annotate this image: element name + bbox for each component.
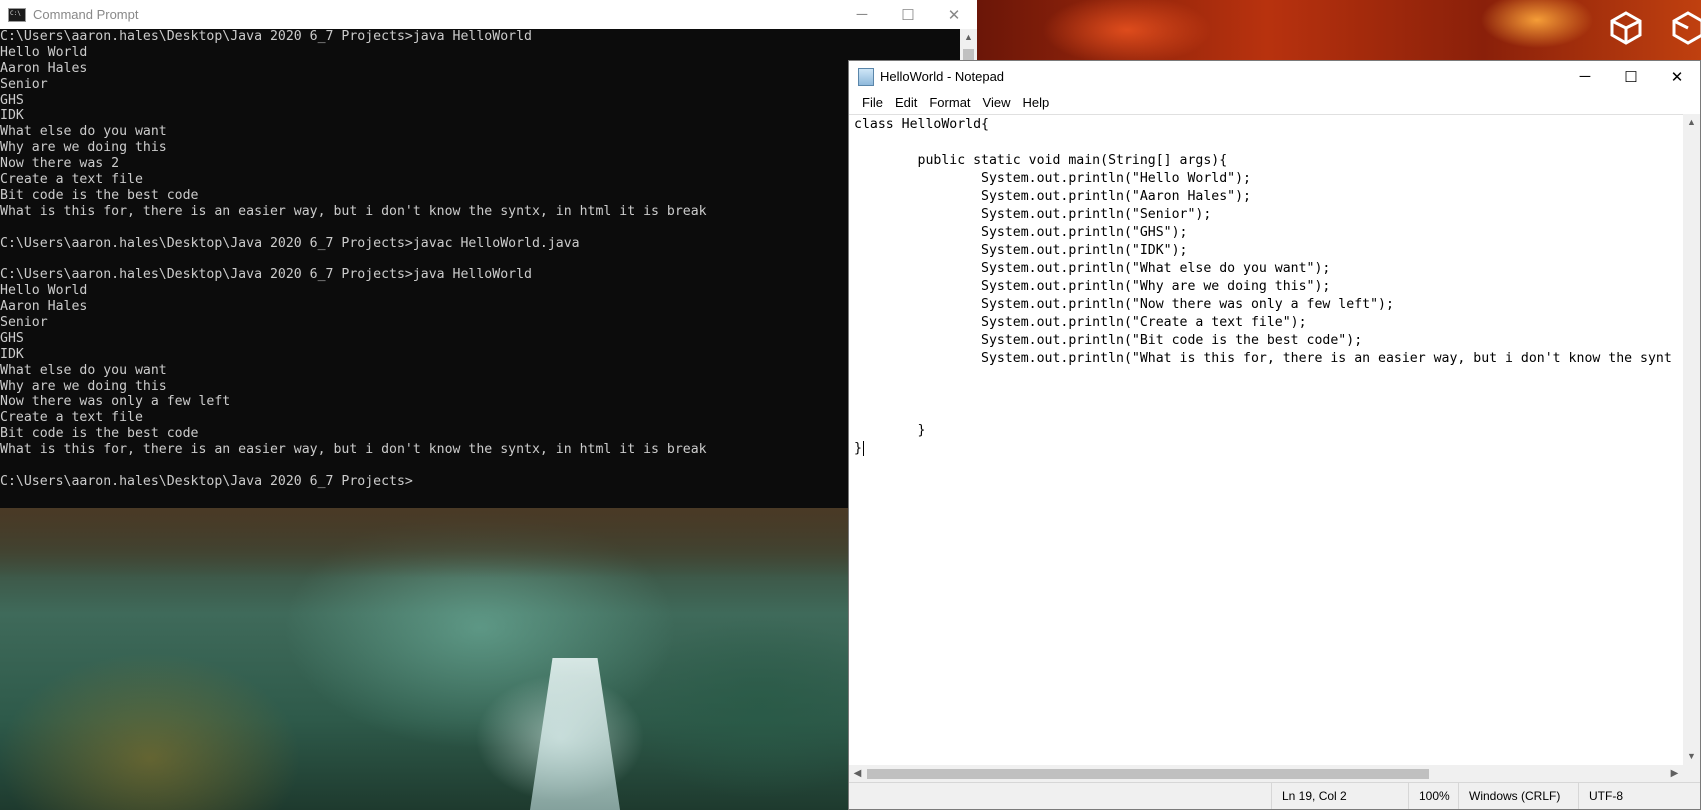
status-cursor-position: Ln 19, Col 2 — [1271, 783, 1408, 809]
notepad-window[interactable]: HelloWorld - Notepad ─ ☐ ✕ File Edit For… — [848, 60, 1701, 810]
notepad-vertical-scrollbar[interactable]: ▲ ▼ — [1683, 114, 1700, 765]
notepad-text-editor[interactable]: class HelloWorld{ public static void mai… — [849, 114, 1683, 765]
status-line-ending: Windows (CRLF) — [1458, 783, 1578, 809]
console-line: Aaron Hales — [0, 60, 88, 76]
editor-line: System.out.println("Why are we doing thi… — [854, 279, 1331, 294]
notepad-close-button[interactable]: ✕ — [1654, 61, 1700, 92]
notepad-window-title: HelloWorld - Notepad — [880, 69, 1005, 84]
console-line: Create a text file — [0, 172, 143, 188]
wallpaper-foliage — [0, 508, 848, 578]
editor-line: System.out.println("Bit code is the best… — [854, 333, 1363, 348]
menu-format[interactable]: Format — [923, 92, 976, 114]
cmd-console-output[interactable]: C:\Users\aaron.hales\Desktop\Java 2020 6… — [0, 29, 960, 508]
menu-help[interactable]: Help — [1016, 92, 1055, 114]
notepad-statusbar: Ln 19, Col 2 100% Windows (CRLF) UTF-8 — [849, 782, 1700, 809]
desktop-wallpaper-top-right — [977, 0, 1701, 60]
status-zoom: 100% — [1408, 783, 1458, 809]
editor-line: System.out.println("IDK"); — [854, 243, 1188, 258]
maximize-button[interactable]: ☐ — [885, 0, 931, 29]
console-line: C:\Users\aaron.hales\Desktop\Java 2020 6… — [0, 235, 580, 251]
console-line: Now there was only a few left — [0, 394, 231, 410]
notepad-menubar: File Edit Format View Help — [849, 92, 1700, 114]
editor-line: System.out.println("Now there was only a… — [854, 297, 1394, 312]
console-line: What else do you want — [0, 124, 167, 140]
scrollbar-corner — [1683, 765, 1700, 783]
scroll-up-arrow-icon[interactable]: ▲ — [1683, 114, 1700, 131]
console-line: GHS — [0, 92, 24, 108]
scroll-left-arrow-icon[interactable]: ◀ — [849, 765, 866, 783]
console-line: Aaron Hales — [0, 299, 88, 315]
menu-view[interactable]: View — [977, 92, 1017, 114]
scroll-right-arrow-icon[interactable]: ▶ — [1666, 765, 1683, 783]
console-line: Now there was 2 — [0, 156, 120, 172]
editor-line: System.out.println("What is this for, th… — [854, 351, 1672, 366]
console-line: Hello World — [0, 283, 88, 299]
console-line: C:\Users\aaron.hales\Desktop\Java 2020 6… — [0, 473, 413, 489]
console-line: Hello World — [0, 44, 88, 60]
notepad-maximize-button[interactable]: ☐ — [1608, 61, 1654, 92]
cmd-titlebar[interactable]: Command Prompt ─ ☐ ✕ — [0, 0, 977, 29]
editor-line: System.out.println("Create a text file")… — [854, 315, 1307, 330]
editor-line: System.out.println("Hello World"); — [854, 171, 1251, 186]
console-line: C:\Users\aaron.hales\Desktop\Java 2020 6… — [0, 267, 532, 283]
console-line: IDK — [0, 108, 24, 124]
close-icon: ✕ — [1670, 68, 1684, 86]
notepad-titlebar[interactable]: HelloWorld - Notepad ─ ☐ ✕ — [849, 61, 1700, 92]
console-line: Create a text file — [0, 410, 143, 426]
scroll-down-arrow-icon[interactable]: ▼ — [1683, 748, 1700, 765]
unity-shortcut-icon-2[interactable] — [1668, 8, 1701, 48]
minimize-button[interactable]: ─ — [839, 0, 885, 29]
close-icon: ✕ — [947, 6, 961, 24]
console-line: IDK — [0, 346, 24, 362]
notepad-app-icon[interactable] — [858, 67, 874, 86]
status-encoding: UTF-8 — [1578, 783, 1700, 809]
console-line: What else do you want — [0, 362, 167, 378]
minimize-icon: ─ — [1579, 68, 1591, 85]
console-line: Bit code is the best code — [0, 187, 199, 203]
text-caret — [862, 440, 864, 456]
editor-line: System.out.println("What else do you wan… — [854, 261, 1331, 276]
command-prompt-window[interactable]: Command Prompt ─ ☐ ✕ C:\Users\aaron.hale… — [0, 0, 977, 519]
cmd-window-title: Command Prompt — [33, 7, 139, 22]
editor-line: System.out.println("Aaron Hales"); — [854, 189, 1251, 204]
console-line: What is this for, there is an easier way… — [0, 442, 707, 458]
console-line: Senior — [0, 315, 48, 331]
notepad-horizontal-scrollbar[interactable]: ◀ ▶ — [849, 765, 1683, 783]
menu-edit[interactable]: Edit — [889, 92, 923, 114]
console-line: Why are we doing this — [0, 140, 167, 156]
console-line: Bit code is the best code — [0, 426, 199, 442]
console-line: What is this for, there is an easier way… — [0, 203, 707, 219]
scroll-up-arrow-icon[interactable]: ▲ — [960, 29, 977, 46]
notepad-hscroll-thumb[interactable] — [867, 769, 1429, 779]
editor-line: } — [854, 440, 864, 456]
desktop-wallpaper-forest — [0, 508, 848, 810]
editor-line: System.out.println("Senior"); — [854, 207, 1212, 222]
maximize-icon: ☐ — [1624, 68, 1638, 86]
editor-line: class HelloWorld{ — [854, 117, 989, 132]
cmd-app-icon[interactable] — [8, 7, 26, 22]
editor-line: System.out.println("GHS"); — [854, 225, 1188, 240]
menu-file[interactable]: File — [856, 92, 889, 114]
wallpaper-waterfall — [530, 658, 620, 810]
minimize-icon: ─ — [856, 6, 868, 23]
console-line: C:\Users\aaron.hales\Desktop\Java 2020 6… — [0, 29, 532, 44]
unity-shortcut-icon[interactable] — [1606, 8, 1646, 48]
editor-line: } — [854, 423, 926, 438]
notepad-minimize-button[interactable]: ─ — [1562, 61, 1608, 92]
maximize-icon: ☐ — [901, 6, 915, 24]
close-button[interactable]: ✕ — [931, 0, 977, 29]
console-line: Senior — [0, 76, 48, 92]
editor-line: public static void main(String[] args){ — [854, 153, 1228, 168]
console-line: Why are we doing this — [0, 378, 167, 394]
console-line: GHS — [0, 330, 24, 346]
notepad-text-content[interactable]: class HelloWorld{ public static void mai… — [849, 115, 1683, 458]
